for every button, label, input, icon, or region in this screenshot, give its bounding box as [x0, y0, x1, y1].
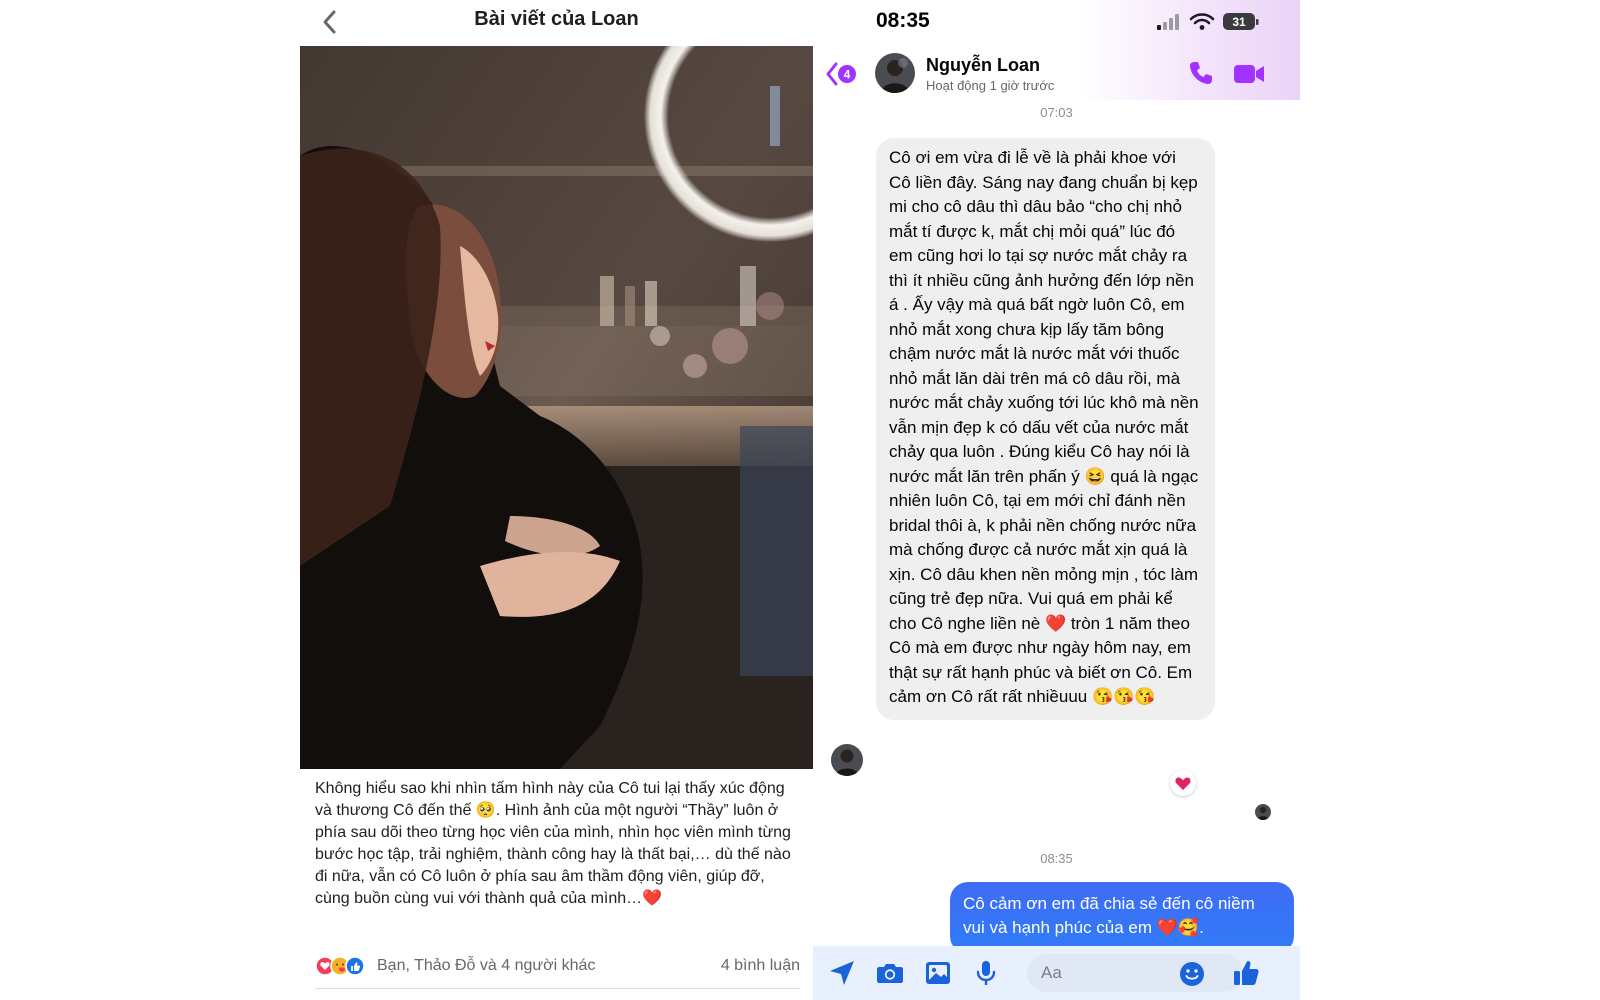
- messenger-panel: 08:35 31 4 Nguyễn Loan Hoạt động 1 giờ t…: [813, 0, 1300, 1000]
- thumbs-up-icon[interactable]: [1231, 958, 1261, 988]
- sender-avatar[interactable]: [831, 744, 863, 776]
- message-reaction[interactable]: [1170, 770, 1196, 796]
- reactions-summary[interactable]: Bạn, Thảo Đỗ và 4 người khác: [377, 957, 595, 975]
- post-caption: Không hiểu sao khi nhìn tấm hình này của…: [315, 780, 791, 907]
- reaction-icons[interactable]: [315, 956, 375, 976]
- back-chevron-icon[interactable]: 4: [825, 60, 865, 88]
- heart-reaction-icon: [1175, 777, 1191, 790]
- status-bar-icons: 31: [1157, 13, 1259, 30]
- timestamp: 07:03: [1040, 105, 1073, 120]
- avatar[interactable]: [875, 53, 915, 93]
- svg-text:31: 31: [1232, 15, 1246, 29]
- post-footer: Bạn, Thảo Đỗ và 4 người khác 4 bình luận: [315, 954, 800, 980]
- timestamp: 08:35: [1040, 851, 1073, 866]
- status-bar-time: 08:35: [876, 9, 930, 32]
- signal-icon: [1157, 14, 1179, 30]
- contact-active-status: Hoạt động 1 giờ trước: [926, 78, 1055, 93]
- post-header: Bài viết của Loan: [300, 0, 813, 46]
- page-title: Bài viết của Loan: [474, 8, 639, 30]
- incoming-message[interactable]: Cô ơi em vừa đi lễ về là phải khoe với C…: [876, 138, 1215, 720]
- emoji-icon[interactable]: [1177, 959, 1207, 989]
- outgoing-message[interactable]: Cô cảm ơn em đã chia sẻ đến cô niềm vui …: [950, 882, 1294, 954]
- contact-name[interactable]: Nguyễn Loan: [926, 55, 1040, 76]
- read-receipt-avatar: [1255, 804, 1271, 820]
- microphone-icon[interactable]: [971, 958, 1001, 988]
- battery-icon: 31: [1223, 13, 1259, 30]
- gallery-icon[interactable]: [923, 958, 953, 988]
- send-location-icon[interactable]: [827, 958, 857, 988]
- camera-icon[interactable]: [875, 958, 905, 988]
- phone-call-icon[interactable]: [1188, 60, 1214, 86]
- unread-badge: 4: [844, 68, 851, 82]
- wifi-icon: [1189, 13, 1215, 30]
- facebook-post-panel: Bài viết của Loan Không hiểu sao khi nhì…: [300, 0, 813, 1000]
- message-input[interactable]: [1027, 954, 1243, 992]
- divider: [315, 988, 800, 989]
- post-photo[interactable]: [300, 46, 813, 769]
- comments-count[interactable]: 4 bình luận: [721, 957, 800, 975]
- video-call-icon[interactable]: [1233, 62, 1265, 86]
- composer-bar: [813, 946, 1300, 1000]
